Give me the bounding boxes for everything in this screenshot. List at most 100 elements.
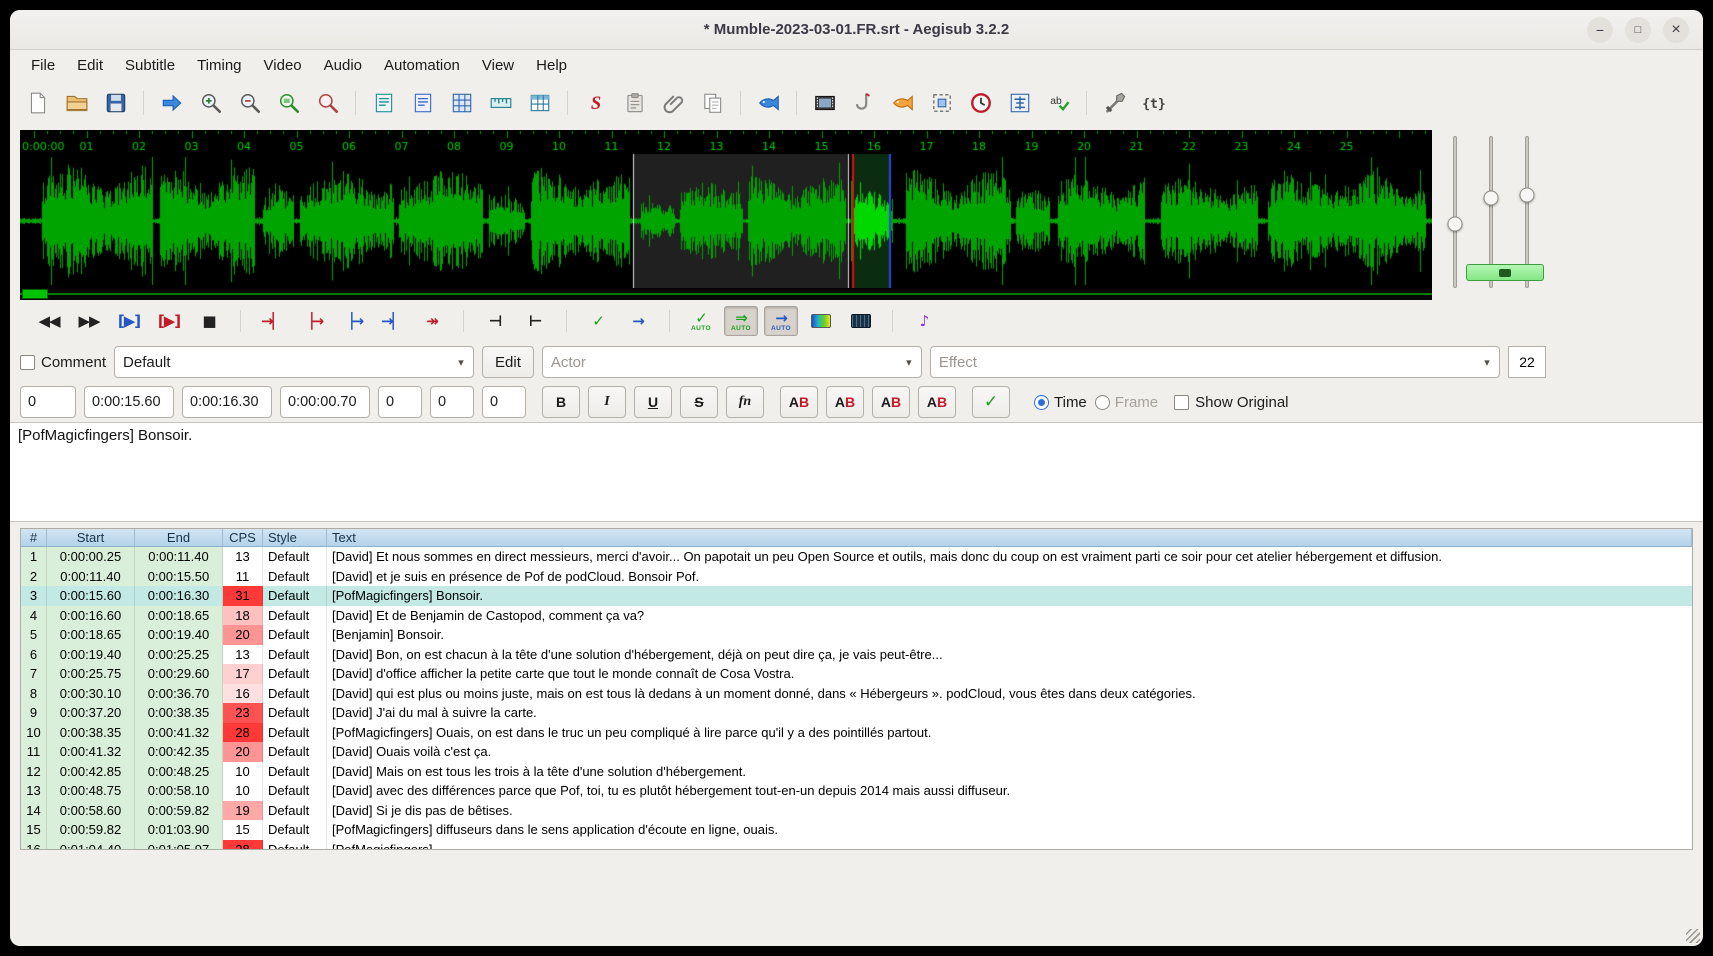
- auto-commit-button[interactable]: ✓ AUTO: [684, 306, 718, 336]
- subtitle-row-12[interactable]: 12 0:00:42.85 0:00:48.25 10 Default [David] M…: [21, 761, 1692, 781]
- close-button[interactable]: ×: [1663, 16, 1689, 43]
- timing-postprocessor-button[interactable]: [481, 86, 520, 120]
- menu-video[interactable]: Video: [253, 50, 313, 82]
- open-subtitles-button[interactable]: [57, 86, 96, 120]
- secondary-color-button[interactable]: AB: [826, 386, 864, 418]
- link-zoom-volume-button[interactable]: [1466, 264, 1544, 281]
- bold-button[interactable]: B: [542, 386, 580, 418]
- resample-resolution-button[interactable]: [442, 86, 481, 120]
- stop-playback-button[interactable]: ■: [192, 306, 226, 336]
- translation-assistant-button[interactable]: {t}: [1134, 86, 1173, 120]
- zoom-reset-button[interactable]: [308, 86, 347, 120]
- kanji-timer-button[interactable]: [1000, 86, 1039, 120]
- column-header-end[interactable]: End: [135, 529, 223, 546]
- radio-on-icon[interactable]: [1034, 394, 1049, 410]
- new-subtitles-button[interactable]: [18, 86, 57, 120]
- menu-audio[interactable]: Audio: [313, 50, 373, 82]
- horizontal-zoom-slider[interactable]: [1444, 136, 1466, 288]
- frame-radio[interactable]: Frame: [1094, 394, 1158, 411]
- radio-off-icon[interactable]: [1094, 394, 1110, 410]
- find-replace-button[interactable]: [364, 86, 403, 120]
- subtitle-row-13[interactable]: 13 0:00:48.75 0:00:58.10 10 Default [David] a…: [21, 781, 1692, 801]
- menu-help[interactable]: Help: [525, 50, 578, 82]
- minimize-button[interactable]: −: [1587, 16, 1613, 43]
- margin-left-field[interactable]: 0: [378, 386, 422, 418]
- seek-forward-button[interactable]: ▶▶: [72, 306, 106, 336]
- subtitle-row-15[interactable]: 15 0:00:59.82 0:01:03.90 15 Default [PofMagic…: [21, 820, 1692, 840]
- auto-next-line-button[interactable]: ⇒ AUTO: [724, 306, 758, 336]
- copy-lines-button[interactable]: [693, 86, 732, 120]
- duration-field[interactable]: 0:00:00.70: [280, 386, 370, 418]
- jump-to-time-button[interactable]: [152, 86, 191, 120]
- primary-color-button[interactable]: AB: [780, 386, 818, 418]
- seek-backward-button[interactable]: ◀◀: [32, 306, 66, 336]
- subtitle-row-14[interactable]: 14 0:00:58.60 0:00:59.82 19 Default [David] S…: [21, 800, 1692, 820]
- play-last-500ms-button[interactable]: →▏: [375, 306, 409, 336]
- slider-thumb[interactable]: [1447, 216, 1463, 232]
- comment-checkbox[interactable]: [20, 354, 35, 370]
- menu-file[interactable]: File: [20, 50, 66, 82]
- spectrum-analyzer-mode-button[interactable]: [804, 306, 838, 336]
- subtitle-row-16[interactable]: 16 0:01:04.40 0:01:05.97 28 Default [PofMagic…: [21, 839, 1692, 849]
- play-selection-button[interactable]: [▶]: [112, 306, 146, 336]
- video-details-button[interactable]: [805, 86, 844, 120]
- automation-manager-button[interactable]: [749, 86, 788, 120]
- subtitle-row-5[interactable]: 5 0:00:18.65 0:00:19.40 20 Default [Benjamin]…: [21, 625, 1692, 645]
- column-header-style[interactable]: Style: [263, 529, 327, 546]
- shift-times-button[interactable]: [961, 86, 1000, 120]
- audio-waveform[interactable]: [20, 130, 1432, 288]
- time-radio[interactable]: Time: [1034, 394, 1087, 411]
- add-lead-in-button[interactable]: ⊣: [478, 306, 512, 336]
- font-button[interactable]: fn: [726, 386, 764, 418]
- edit-style-button[interactable]: Edit: [482, 346, 534, 378]
- show-original-toggle[interactable]: Show Original: [1174, 394, 1289, 411]
- titlebar[interactable]: * Mumble-2023-03-01.FR.srt - Aegisub 3.2…: [10, 10, 1703, 50]
- automation-scripts-button[interactable]: [883, 86, 922, 120]
- subtitle-row-9[interactable]: 9 0:00:37.20 0:00:38.35 23 Default [David] J'…: [21, 703, 1692, 723]
- strikeout-button[interactable]: S: [680, 386, 718, 418]
- play-first-500ms-button[interactable]: ▕→: [335, 306, 369, 336]
- options-button[interactable]: [1095, 86, 1134, 120]
- subtitle-row-2[interactable]: 2 0:00:11.40 0:00:15.50 11 Default [David] et…: [21, 566, 1692, 586]
- column-header-start[interactable]: Start: [47, 529, 135, 546]
- subtitle-row-8[interactable]: 8 0:00:30.10 0:00:36.70 16 Default [David] qu…: [21, 683, 1692, 703]
- styling-assistant-button[interactable]: [520, 86, 559, 120]
- styles-manager-button[interactable]: S: [576, 86, 615, 120]
- italic-button[interactable]: I: [588, 386, 626, 418]
- menu-view[interactable]: View: [471, 50, 525, 82]
- commit-button[interactable]: ✓: [972, 386, 1010, 418]
- start-time-field[interactable]: 0:00:15.60: [84, 386, 174, 418]
- audio-scrollbar[interactable]: [20, 288, 1432, 300]
- maximize-button[interactable]: □: [1625, 16, 1651, 43]
- menu-subtitle[interactable]: Subtitle: [114, 50, 186, 82]
- play-current-line-button[interactable]: [▶]: [152, 306, 186, 336]
- effect-select[interactable]: Effect ▾: [929, 346, 1500, 378]
- menu-automation[interactable]: Automation: [373, 50, 471, 82]
- commit-timing-button[interactable]: ✓: [581, 306, 615, 336]
- show-original-checkbox[interactable]: [1174, 394, 1190, 410]
- menu-timing[interactable]: Timing: [186, 50, 252, 82]
- style-select[interactable]: Default ▾: [114, 346, 475, 378]
- column-header-cps[interactable]: CPS: [223, 529, 263, 546]
- zoom-in-button[interactable]: [191, 86, 230, 120]
- select-lines-button[interactable]: [922, 86, 961, 120]
- karaoke-mode-button[interactable]: ♪: [907, 306, 941, 336]
- comment-toggle[interactable]: Comment: [20, 354, 106, 371]
- slider-thumb[interactable]: [1483, 190, 1499, 206]
- underline-button[interactable]: U: [634, 386, 672, 418]
- slider-thumb[interactable]: [1519, 187, 1535, 203]
- color-scheme-button[interactable]: [844, 306, 878, 336]
- audio-hook-button[interactable]: [844, 86, 883, 120]
- subtitle-row-6[interactable]: 6 0:00:19.40 0:00:25.25 13 Default [David] Bo…: [21, 644, 1692, 664]
- subtitle-row-10[interactable]: 10 0:00:38.35 0:00:41.32 28 Default [PofMagic…: [21, 722, 1692, 742]
- add-lead-out-button[interactable]: ⊢: [518, 306, 552, 336]
- shadow-color-button[interactable]: AB: [918, 386, 956, 418]
- script-properties-button[interactable]: [615, 86, 654, 120]
- play-500ms-before-selection-button[interactable]: →▏: [255, 306, 289, 336]
- save-subtitles-button[interactable]: [96, 86, 135, 120]
- attachments-button[interactable]: [654, 86, 693, 120]
- column-header-text[interactable]: Text: [327, 529, 1692, 546]
- import-export-button[interactable]: [403, 86, 442, 120]
- auto-scroll-button[interactable]: → AUTO: [764, 306, 798, 336]
- play-to-end-button[interactable]: ↠: [415, 306, 449, 336]
